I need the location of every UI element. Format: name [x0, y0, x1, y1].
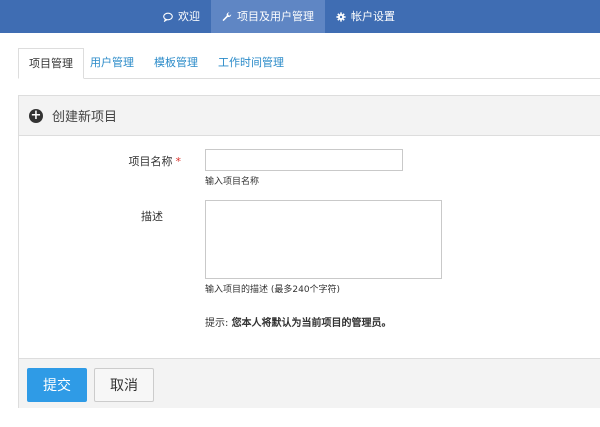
top-nav: 欢迎 项目及用户管理 帐户设置: [152, 0, 406, 33]
nav-item-account-settings[interactable]: 帐户设置: [325, 0, 406, 33]
nav-item-welcome[interactable]: 欢迎: [152, 0, 211, 33]
project-name-label: 项目名称 *: [91, 153, 182, 169]
tab-user-management[interactable]: 用户管理: [80, 48, 144, 79]
comment-icon: [163, 12, 173, 22]
admin-hint: 提示: 您本人将默认为当前项目的管理员。: [205, 314, 392, 329]
panel-footer: 提交 取消: [19, 358, 600, 408]
project-name-help: 输入项目名称: [205, 177, 260, 187]
panel-header: + 创建新项目: [19, 96, 600, 136]
nav-item-label: 欢迎: [178, 10, 200, 23]
hint-text: 您本人将默认为当前项目的管理员。: [231, 318, 392, 329]
gear-icon: [336, 11, 346, 22]
description-label: 描述: [141, 210, 163, 223]
cancel-button[interactable]: 取消: [94, 368, 154, 402]
project-name-label-text: 项目名称: [128, 155, 173, 168]
sub-tabs: 项目管理 用户管理 模板管理 工作时间管理: [18, 48, 600, 79]
tab-work-time-management[interactable]: 工作时间管理: [208, 48, 294, 79]
hint-prefix: 提示:: [205, 318, 232, 329]
create-project-panel: + 创建新项目 项目名称 * 输入项目名称 描述 输入项目的描述 (最多240个字…: [18, 95, 600, 408]
description-help: 输入项目的描述 (最多240个字符): [205, 285, 341, 295]
tab-project-management[interactable]: 项目管理: [18, 48, 84, 79]
description-textarea[interactable]: [205, 200, 442, 279]
submit-button[interactable]: 提交: [27, 368, 87, 402]
nav-item-project-user-management[interactable]: 项目及用户管理: [211, 0, 325, 33]
nav-item-label: 帐户设置: [351, 10, 395, 23]
project-name-input[interactable]: [205, 149, 403, 171]
nav-item-label: 项目及用户管理: [237, 10, 314, 23]
wrench-icon: [222, 11, 232, 22]
tab-template-management[interactable]: 模板管理: [144, 48, 208, 79]
required-mark: *: [175, 155, 182, 168]
panel-title: 创建新项目: [52, 110, 118, 125]
plus-circle-icon: +: [29, 107, 43, 123]
top-navbar: 欢迎 项目及用户管理 帐户设置: [0, 0, 600, 33]
